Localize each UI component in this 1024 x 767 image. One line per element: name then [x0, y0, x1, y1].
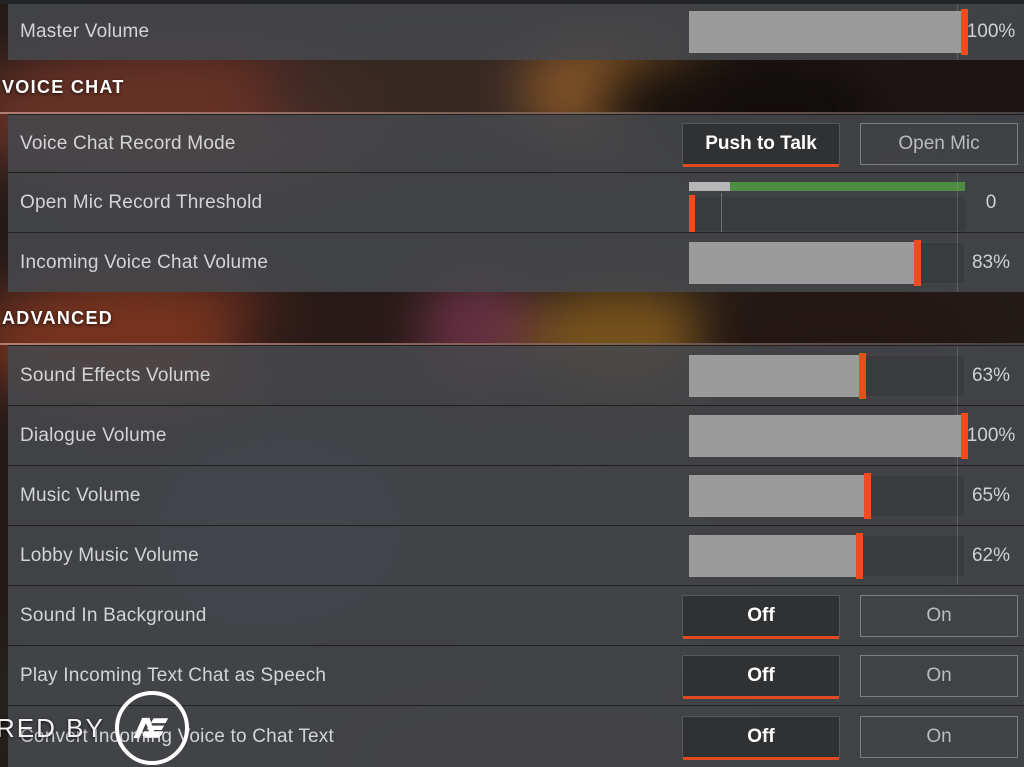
option-button-off[interactable]: Off [682, 594, 840, 639]
slider-track[interactable] [689, 412, 968, 459]
volume-slider[interactable] [681, 532, 965, 579]
mic-level-meter [689, 182, 965, 191]
settings-row: Sound In Background Off On [8, 585, 1024, 645]
settings-row: Dialogue Volume 100% [8, 405, 1024, 465]
settings-row: Sound Effects Volume 63% [8, 345, 1024, 405]
row-label: Sound Effects Volume [20, 364, 211, 386]
option-button-push-to-talk[interactable]: Push to Talk [682, 122, 840, 167]
row-label: Play Incoming Text Chat as Speech [20, 664, 327, 686]
option-button-group: Off On [682, 654, 1018, 699]
section-title: ADVANCED [2, 308, 114, 328]
threshold-divider [721, 193, 722, 235]
slider-handle[interactable] [856, 532, 864, 579]
settings-row: Incoming Voice Chat Volume 83% [8, 232, 1024, 292]
slider-track[interactable] [689, 532, 965, 579]
slider-track[interactable] [689, 352, 965, 399]
slider-track[interactable] [689, 9, 968, 55]
option-button-off[interactable]: Off [682, 654, 840, 699]
row-label: Convert Incoming Voice to Chat Text [20, 725, 334, 747]
slider-handle[interactable] [914, 239, 922, 286]
slider-track[interactable] [689, 239, 965, 286]
row-label: Master Volume [20, 21, 150, 42]
slider-value: 100% [957, 4, 1024, 60]
section-header-voice-chat: VOICE CHAT [0, 60, 1024, 114]
settings-row: Master Volume 100% [8, 4, 1024, 60]
settings-row: Voice Chat Record Mode Push to Talk Open M… [8, 114, 1024, 172]
meter-gray-segment [689, 182, 731, 191]
row-label: Music Volume [20, 484, 141, 506]
volume-slider[interactable] [681, 352, 965, 399]
slider-handle[interactable] [858, 352, 866, 399]
section-header-advanced: ADVANCED [0, 292, 1024, 345]
section-title: VOICE CHAT [2, 76, 125, 97]
threshold-slider-handle[interactable] [689, 195, 695, 233]
slider-fill [689, 534, 861, 577]
slider-value: 83% [957, 233, 1024, 292]
slider-fill [689, 474, 869, 517]
option-button-group: Off On [682, 715, 1018, 760]
option-button-on[interactable]: On [860, 654, 1018, 697]
settings-row: Music Volume 65% [8, 465, 1024, 525]
slider-track[interactable] [689, 472, 965, 519]
slider-fill [689, 11, 965, 53]
audio-settings-panel: Master Volume 100% VOICE CHAT Voice Chat Re… [0, 0, 1024, 767]
meter-green-segment [730, 182, 965, 191]
row-label: Dialogue Volume [20, 424, 167, 446]
row-label: Sound In Background [20, 604, 207, 626]
slider-handle[interactable] [864, 472, 872, 519]
volume-slider[interactable] [681, 472, 965, 519]
option-button-group: Off On [682, 594, 1018, 639]
row-label: Voice Chat Record Mode [20, 132, 236, 154]
slider-value: 100% [957, 406, 1024, 465]
option-button-off[interactable]: Off [682, 715, 840, 760]
settings-row: Play Incoming Text Chat as Speech Off On [8, 645, 1024, 705]
volume-slider[interactable] [681, 412, 968, 459]
slider-value: 65% [957, 466, 1024, 525]
settings-row: Convert Incoming Voice to Chat Text Off On [8, 705, 1024, 767]
slider-value: 62% [957, 526, 1024, 585]
slider-fill [689, 354, 863, 397]
volume-slider[interactable] [681, 239, 965, 286]
option-button-on[interactable]: On [860, 715, 1018, 758]
row-label: Open Mic Record Threshold [20, 191, 263, 213]
row-label: Lobby Music Volume [20, 544, 199, 566]
volume-slider[interactable] [681, 9, 968, 55]
option-button-group: Push to Talk Open Mic [682, 122, 1018, 167]
threshold-value: 0 [957, 173, 1024, 232]
slider-fill [689, 241, 919, 284]
row-label: Incoming Voice Chat Volume [20, 251, 269, 273]
threshold-slider-track[interactable] [689, 195, 965, 233]
slider-fill [689, 414, 965, 457]
slider-value: 63% [957, 346, 1024, 405]
settings-row: Open Mic Record Threshold 0 [8, 172, 1024, 235]
settings-row: Lobby Music Volume 62% [8, 525, 1024, 585]
option-button-open-mic[interactable]: Open Mic [860, 122, 1018, 165]
option-button-on[interactable]: On [860, 594, 1018, 637]
